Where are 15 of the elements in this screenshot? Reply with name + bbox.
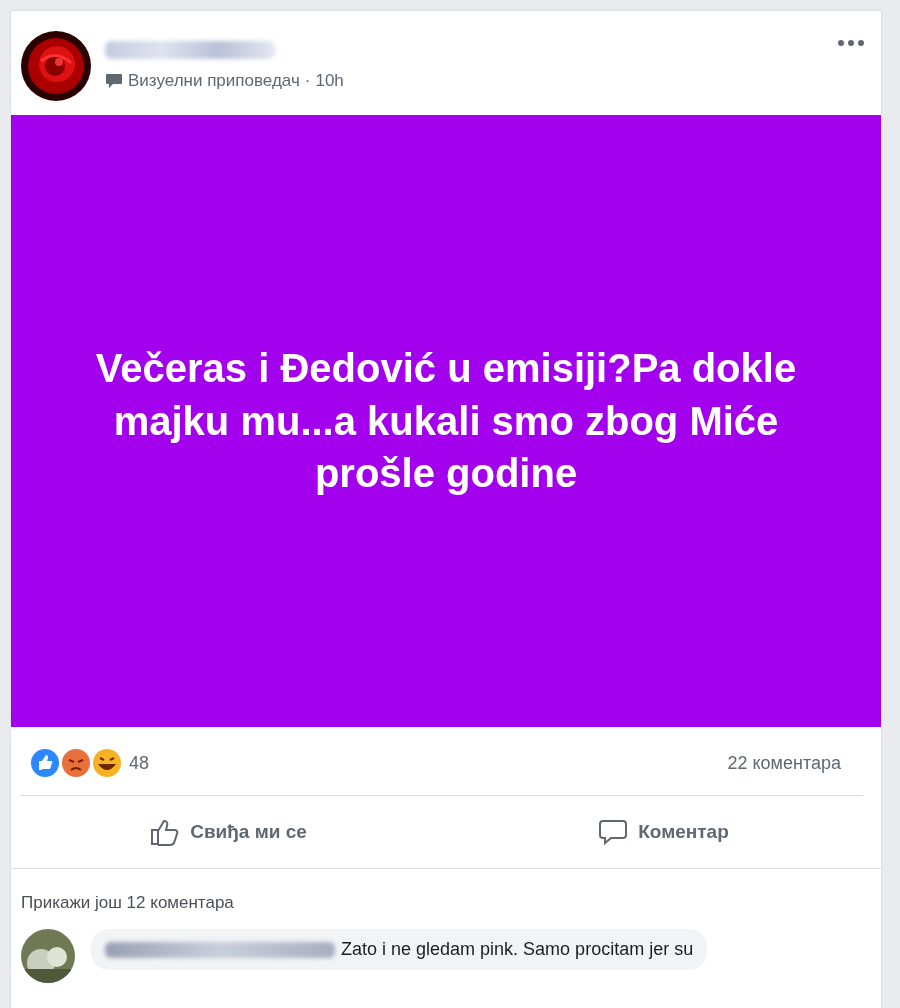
reaction-icons[interactable] — [29, 747, 123, 779]
page-source[interactable]: Визуелни приповедач — [128, 71, 300, 91]
more-options-icon[interactable] — [837, 39, 865, 47]
post-text: Večeras i Đedović u emisiji?Pa dokle majku mu...a kukali smo zbog Miće prošle godine — [94, 344, 798, 498]
comment-button[interactable]: Коментар — [446, 796, 881, 868]
more-comments-link[interactable]: Прикажи још 12 коментара — [11, 869, 881, 913]
like-button[interactable]: Свиђа ми се — [11, 796, 446, 868]
thumbs-up-icon — [150, 818, 181, 846]
comment-text: Zato i ne gledam pink. Samo procitam jer su — [341, 939, 694, 960]
comment-count[interactable]: 22 коментара — [727, 752, 841, 774]
reaction-count[interactable]: 48 — [129, 752, 150, 774]
speech-bubble-icon — [105, 73, 123, 89]
separator-dot: · — [304, 71, 311, 91]
speech-bubble-icon — [598, 818, 629, 846]
post-time[interactable]: 10h — [315, 71, 344, 91]
